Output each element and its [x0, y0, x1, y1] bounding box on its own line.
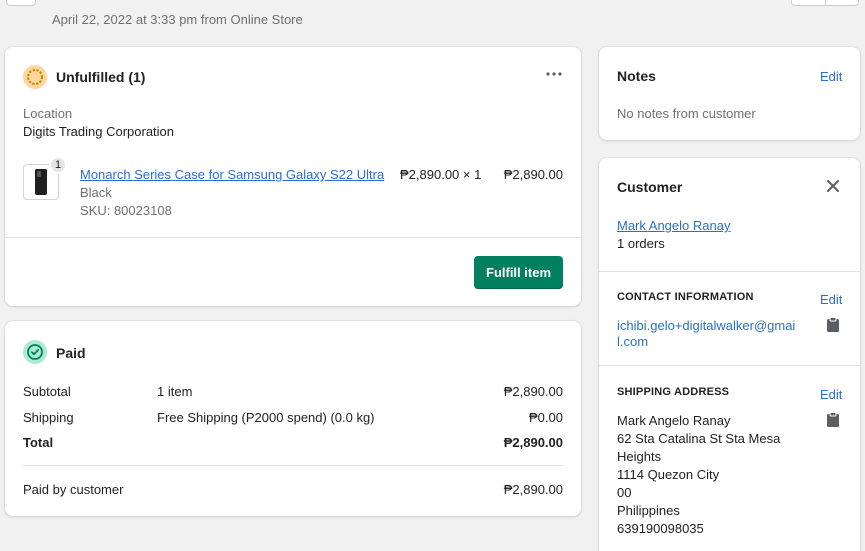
notes-edit-link[interactable]: Edit	[820, 69, 842, 84]
paid-status-icon	[23, 340, 47, 364]
email-line-1: ichibi.gelo+digitalwalker@gmai	[617, 318, 796, 333]
paid-by-label: Paid by customer	[23, 482, 124, 497]
unit-price: ₱2,890.00 × 1	[400, 167, 482, 182]
address-line: 639190098035	[617, 521, 704, 536]
product-variant: Black	[80, 185, 112, 200]
customer-title: Customer	[617, 179, 683, 195]
subtotal-label: Subtotal	[23, 384, 71, 399]
paid-by-amount: ₱2,890.00	[503, 482, 563, 497]
customer-card: Customer Mark Angelo Ranay 1 orders CONT…	[599, 158, 860, 551]
customer-name-link[interactable]: Mark Angelo Ranay	[617, 218, 730, 233]
total-label: Total	[23, 435, 54, 450]
back-button[interactable]	[6, 0, 36, 6]
notes-card: Notes Edit No notes from customer	[599, 47, 860, 140]
notes-body: No notes from customer	[617, 106, 756, 121]
payment-title: Paid	[56, 345, 86, 361]
fulfillment-title: Unfulfilled (1)	[56, 69, 146, 85]
product-sku: SKU: 80023108	[80, 203, 172, 218]
shipping-label: Shipping	[23, 410, 74, 425]
divider	[5, 237, 581, 238]
line-total: ₱2,890.00	[503, 167, 563, 182]
contact-heading: CONTACT INFORMATION	[617, 291, 754, 303]
shipping-amount: ₱0.00	[529, 410, 563, 425]
quantity-badge: 1	[49, 156, 67, 174]
contact-edit-link[interactable]: Edit	[820, 292, 842, 307]
divider	[23, 465, 563, 466]
clipboard-icon[interactable]	[826, 317, 840, 333]
location-label: Location	[23, 106, 73, 121]
address-line: 00	[617, 485, 632, 500]
customer-orders: 1 orders	[617, 236, 665, 251]
customer-email-link[interactable]: ichibi.gelo+digitalwalker@gmai l.com	[617, 318, 807, 350]
payment-card: Paid Subtotal 1 item ₱2,890.00 Shipping …	[5, 321, 581, 516]
location-value: Digits Trading Corporation	[23, 124, 175, 139]
clipboard-icon[interactable]	[826, 412, 840, 428]
notes-title: Notes	[617, 68, 656, 84]
subtotal-detail: 1 item	[157, 384, 193, 399]
address-line: 1114 Quezon City	[617, 467, 720, 482]
order-subtitle: April 22, 2022 at 3:33 pm from Online St…	[52, 12, 303, 27]
divider	[599, 271, 860, 272]
divider	[599, 365, 860, 366]
more-horizontal-icon[interactable]	[545, 65, 563, 83]
pagination-buttons[interactable]	[791, 0, 859, 6]
total-amount: ₱2,890.00	[503, 435, 563, 450]
unfulfilled-status-icon	[23, 65, 47, 89]
address-line: Philippines	[617, 503, 680, 518]
subtotal-amount: ₱2,890.00	[503, 384, 563, 399]
address-line: Mark Angelo Ranay	[617, 413, 731, 428]
fulfillment-card: Unfulfilled (1) Location Digits Trading …	[5, 47, 581, 306]
close-icon[interactable]	[826, 179, 840, 193]
fulfill-item-button[interactable]: Fulfill item	[474, 256, 563, 289]
address-line: Heights	[617, 449, 662, 464]
shipping-edit-link[interactable]: Edit	[820, 387, 842, 402]
shipping-detail: Free Shipping (P2000 spend) (0.0 kg)	[157, 410, 375, 425]
email-line-2: l.com	[617, 334, 649, 349]
shipping-address-block: Mark Angelo Ranay 62 Sta Catalina St Sta…	[617, 412, 780, 538]
shipping-address-heading: SHIPPING ADDRESS	[617, 386, 730, 398]
product-link[interactable]: Monarch Series Case for Samsung Galaxy S…	[80, 167, 384, 182]
address-line: 62 Sta Catalina St Sta Mesa	[617, 431, 781, 446]
